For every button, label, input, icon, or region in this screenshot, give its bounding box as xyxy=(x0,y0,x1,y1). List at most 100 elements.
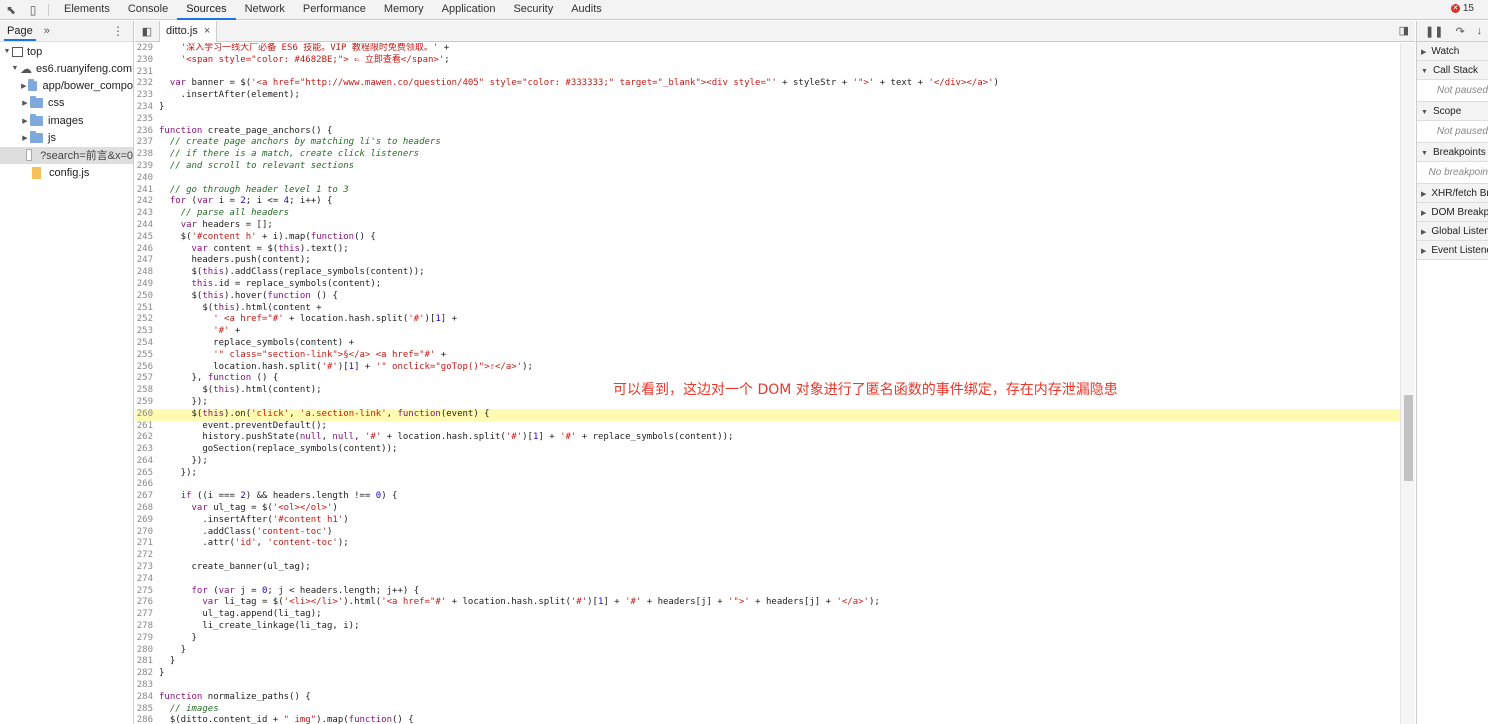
line-number[interactable]: 264 xyxy=(135,456,159,468)
kebab-menu-icon[interactable]: ⋮ xyxy=(112,24,124,38)
code-line[interactable]: 241 // go through header level 1 to 3 xyxy=(135,185,1400,197)
error-counter[interactable]: ✕ 15 xyxy=(1450,3,1474,14)
line-number[interactable]: 250 xyxy=(135,291,159,303)
code-line[interactable]: 269 .insertAfter('#content h1') xyxy=(135,515,1400,527)
scrollbar-thumb[interactable] xyxy=(1404,395,1413,481)
line-number[interactable]: 256 xyxy=(135,362,159,374)
pane-header[interactable]: ▶ Global Listen xyxy=(1417,222,1488,241)
line-number[interactable]: 283 xyxy=(135,680,159,692)
line-number[interactable]: 275 xyxy=(135,586,159,598)
line-number[interactable]: 236 xyxy=(135,126,159,138)
code-line[interactable]: 283 xyxy=(135,680,1400,692)
line-number[interactable]: 245 xyxy=(135,232,159,244)
code-line[interactable]: 281 } xyxy=(135,656,1400,668)
tab-sources[interactable]: Sources xyxy=(177,0,236,20)
code-line[interactable]: 268 var ul_tag = $('<ol></ol>') xyxy=(135,503,1400,515)
code-line[interactable]: 264 }); xyxy=(135,456,1400,468)
tab-security[interactable]: Security xyxy=(504,0,562,20)
line-number[interactable]: 241 xyxy=(135,185,159,197)
pane-header[interactable]: ▶ Event Listene xyxy=(1417,241,1488,260)
pane-header[interactable]: ▼ Breakpoints xyxy=(1417,143,1488,162)
code-line[interactable]: 282} xyxy=(135,668,1400,680)
line-number[interactable]: 251 xyxy=(135,303,159,315)
line-number[interactable]: 237 xyxy=(135,137,159,149)
line-number[interactable]: 246 xyxy=(135,244,159,256)
code-line[interactable]: 265 }); xyxy=(135,468,1400,480)
line-number[interactable]: 235 xyxy=(135,114,159,126)
more-tabs-chevron-icon[interactable]: » xyxy=(44,25,50,37)
code-line[interactable]: 256 location.hash.split('#')[1] + '" onc… xyxy=(135,362,1400,374)
code-line[interactable]: 232 var banner = $('<a href="http://www.… xyxy=(135,78,1400,90)
line-number[interactable]: 254 xyxy=(135,338,159,350)
code-line[interactable]: 252 ' <a href="#' + location.hash.split(… xyxy=(135,314,1400,326)
line-number[interactable]: 230 xyxy=(135,55,159,67)
line-number[interactable]: 271 xyxy=(135,538,159,550)
toggle-navigator-icon[interactable]: ◧ xyxy=(135,25,159,38)
code-line[interactable]: 275 for (var j = 0; j < headers.length; … xyxy=(135,586,1400,598)
line-number[interactable]: 278 xyxy=(135,621,159,633)
line-number[interactable]: 259 xyxy=(135,397,159,409)
cursor-arrow-icon[interactable]: ⬉ xyxy=(0,0,22,20)
code-line[interactable]: 234} xyxy=(135,102,1400,114)
line-number[interactable]: 244 xyxy=(135,220,159,232)
step-into-icon[interactable]: ↓ xyxy=(1477,25,1483,37)
line-number[interactable]: 240 xyxy=(135,173,159,185)
code-line[interactable]: 286 $(ditto.content_id + " img").map(fun… xyxy=(135,715,1400,724)
close-icon[interactable]: × xyxy=(204,25,210,37)
line-number[interactable]: 260 xyxy=(135,409,159,421)
code-line[interactable]: 272 xyxy=(135,550,1400,562)
line-number[interactable]: 258 xyxy=(135,385,159,397)
tree-item-doc[interactable]: ?search=前言&x=0 xyxy=(0,146,133,164)
line-number[interactable]: 255 xyxy=(135,350,159,362)
tree-item-folder[interactable]: ▶ images xyxy=(0,112,133,129)
tab-application[interactable]: Application xyxy=(433,0,505,20)
code-line[interactable]: 255 '" class="section-link">§</a> <a hre… xyxy=(135,350,1400,362)
line-number[interactable]: 272 xyxy=(135,550,159,562)
code-line[interactable]: 285 // images xyxy=(135,704,1400,716)
highlighted-code-line[interactable]: 260 $(this).on('click', 'a.section-link'… xyxy=(135,408,1400,421)
code-line[interactable]: 238 // if there is a match, create click… xyxy=(135,149,1400,161)
line-number[interactable]: 286 xyxy=(135,715,159,724)
line-number[interactable]: 242 xyxy=(135,196,159,208)
pane-header[interactable]: ▶ DOM Breakp xyxy=(1417,203,1488,222)
code-line[interactable]: 231 xyxy=(135,67,1400,79)
line-number[interactable]: 267 xyxy=(135,491,159,503)
tree-item-folder[interactable]: ▶ css xyxy=(0,95,133,112)
code-line[interactable]: 236 function create_page_anchors() { xyxy=(135,126,1400,138)
code-line[interactable]: 237 // create page anchors by matching l… xyxy=(135,137,1400,149)
code-line[interactable]: 246 var content = $(this).text(); xyxy=(135,244,1400,256)
vertical-scrollbar[interactable] xyxy=(1400,43,1415,724)
line-number[interactable]: 232 xyxy=(135,78,159,90)
line-number[interactable]: 238 xyxy=(135,149,159,161)
code-line[interactable]: 276 var li_tag = $('<li></li>').html('<a… xyxy=(135,597,1400,609)
line-number[interactable]: 269 xyxy=(135,515,159,527)
line-number[interactable]: 265 xyxy=(135,468,159,480)
line-number[interactable]: 270 xyxy=(135,527,159,539)
line-number[interactable]: 274 xyxy=(135,574,159,586)
tree-item-folder[interactable]: ▶ js xyxy=(0,130,133,147)
line-number[interactable]: 257 xyxy=(135,373,159,385)
code-line[interactable]: 262 history.pushState(null, null, '#' + … xyxy=(135,432,1400,444)
code-line[interactable]: 229 '深入学习一线大厂必备 ES6 技能。VIP 教程限时免费领取。' + xyxy=(135,43,1400,55)
line-number[interactable]: 277 xyxy=(135,609,159,621)
code-line[interactable]: 250 $(this).hover(function () { xyxy=(135,291,1400,303)
line-number[interactable]: 273 xyxy=(135,562,159,574)
line-number[interactable]: 252 xyxy=(135,314,159,326)
tab-network[interactable]: Network xyxy=(236,0,294,20)
code-line[interactable]: 249 this.id = replace_symbols(content); xyxy=(135,279,1400,291)
code-line[interactable]: 277 ul_tag.append(li_tag); xyxy=(135,609,1400,621)
code-line[interactable]: 233 .insertAfter(element); xyxy=(135,90,1400,102)
file-tab-ditto[interactable]: ditto.js × xyxy=(159,20,218,42)
device-toggle-icon[interactable]: ▯ xyxy=(22,0,44,20)
code-line[interactable]: 273 create_banner(ul_tag); xyxy=(135,562,1400,574)
line-number[interactable]: 247 xyxy=(135,255,159,267)
line-number[interactable]: 231 xyxy=(135,67,159,79)
code-line[interactable]: 270 .addClass('content-toc') xyxy=(135,527,1400,539)
code-line[interactable]: 235 xyxy=(135,114,1400,126)
code-line[interactable]: 248 $(this).addClass(replace_symbols(con… xyxy=(135,267,1400,279)
code-line[interactable]: 284 function normalize_paths() { xyxy=(135,692,1400,704)
pane-header[interactable]: ▼ Call Stack xyxy=(1417,61,1488,80)
code-line[interactable]: 251 $(this).html(content + xyxy=(135,303,1400,315)
code-line[interactable]: 280 } xyxy=(135,645,1400,657)
line-number[interactable]: 234 xyxy=(135,102,159,114)
